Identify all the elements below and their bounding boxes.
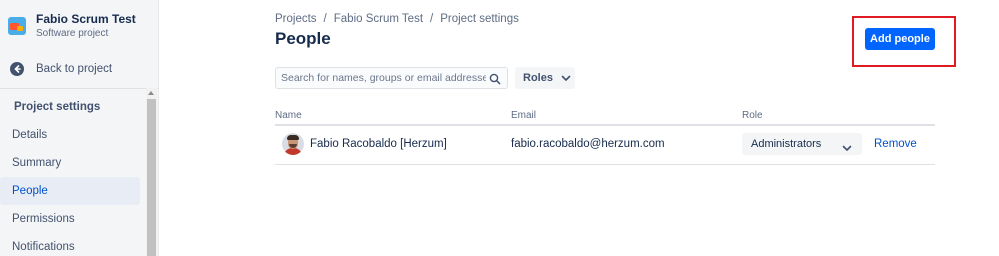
sidebar-scrollbar[interactable] bbox=[146, 88, 157, 256]
avatar bbox=[282, 133, 304, 155]
column-header-email[interactable]: Email bbox=[511, 110, 536, 121]
column-header-role[interactable]: Role bbox=[742, 110, 763, 121]
breadcrumb-separator: / bbox=[430, 13, 434, 25]
project-type: Software project bbox=[36, 28, 109, 39]
arrow-left-circle-icon bbox=[10, 62, 24, 76]
project-settings-heading: Project settings bbox=[14, 101, 101, 113]
breadcrumb-separator: / bbox=[323, 13, 327, 25]
sidebar-item-permissions[interactable]: Permissions bbox=[0, 205, 140, 233]
roles-filter-label: Roles bbox=[523, 72, 553, 84]
project-avatar-icon bbox=[8, 17, 26, 35]
table-header-divider bbox=[275, 124, 935, 126]
chevron-down-icon bbox=[561, 69, 571, 87]
breadcrumb-project[interactable]: Fabio Scrum Test bbox=[334, 13, 423, 25]
sidebar: Fabio Scrum Test Software project Back t… bbox=[0, 0, 159, 256]
search-input[interactable] bbox=[281, 72, 486, 84]
add-people-button[interactable]: Add people bbox=[865, 28, 935, 50]
project-name: Fabio Scrum Test bbox=[36, 12, 136, 26]
breadcrumb: Projects / Fabio Scrum Test / Project se… bbox=[275, 13, 519, 25]
scroll-thumb[interactable] bbox=[147, 99, 156, 256]
sidebar-item-notifications[interactable]: Notifications bbox=[0, 233, 140, 256]
role-select[interactable]: Administrators bbox=[742, 133, 862, 155]
sidebar-item-summary[interactable]: Summary bbox=[0, 149, 140, 177]
remove-user-link[interactable]: Remove bbox=[874, 138, 917, 150]
scroll-up-arrow-icon[interactable] bbox=[148, 91, 154, 95]
sidebar-item-details[interactable]: Details bbox=[0, 121, 140, 149]
search-icon[interactable] bbox=[489, 72, 501, 90]
user-name: Fabio Racobaldo [Herzum] bbox=[310, 138, 447, 150]
search-box bbox=[275, 67, 508, 89]
roles-filter-dropdown[interactable]: Roles bbox=[515, 67, 575, 89]
table-row-divider bbox=[275, 164, 935, 165]
breadcrumb-project-settings[interactable]: Project settings bbox=[440, 13, 519, 25]
role-select-value: Administrators bbox=[751, 138, 822, 150]
project-header[interactable]: Fabio Scrum Test Software project bbox=[8, 12, 136, 40]
back-to-project-link[interactable]: Back to project bbox=[10, 62, 112, 76]
sidebar-divider bbox=[0, 88, 158, 89]
back-to-project-label: Back to project bbox=[36, 63, 113, 75]
column-header-name[interactable]: Name bbox=[275, 110, 302, 121]
breadcrumb-projects[interactable]: Projects bbox=[275, 13, 317, 25]
sidebar-item-people[interactable]: People bbox=[0, 177, 140, 205]
user-email: fabio.racobaldo@herzum.com bbox=[511, 138, 665, 150]
chevron-down-icon bbox=[842, 139, 852, 157]
page-title: People bbox=[275, 29, 331, 48]
